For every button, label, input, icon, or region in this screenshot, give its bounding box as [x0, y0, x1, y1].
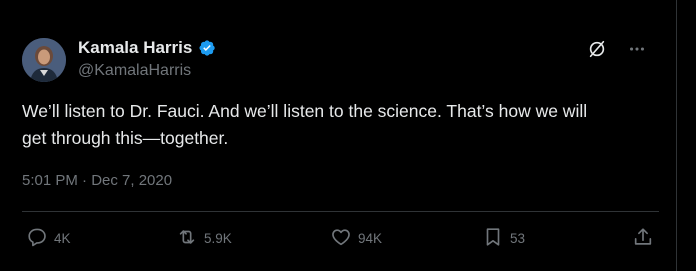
- divider: [22, 211, 659, 212]
- retweet-icon: [176, 226, 198, 251]
- like-button[interactable]: 94K: [330, 226, 382, 251]
- grok-icon[interactable]: [586, 38, 608, 60]
- tweet-timestamp[interactable]: 5:01 PM · Dec 7, 2020: [22, 172, 172, 189]
- bookmark-button[interactable]: 53: [482, 226, 525, 251]
- author-handle[interactable]: @KamalaHarris: [78, 62, 191, 80]
- more-icon[interactable]: [626, 38, 648, 60]
- tweet-actions-bar: 4K 5.9K 94K 53: [26, 226, 652, 254]
- reply-button[interactable]: 4K: [26, 226, 71, 251]
- tweet-text-line-2: get through this—together.: [22, 128, 229, 148]
- bookmark-count: 53: [510, 231, 526, 246]
- share-button[interactable]: [632, 226, 654, 251]
- reply-icon: [26, 226, 48, 251]
- retweet-count: 5.9K: [204, 231, 232, 246]
- author-name-row[interactable]: Kamala Harris: [78, 38, 216, 58]
- retweet-button[interactable]: 5.9K: [176, 226, 232, 251]
- author-avatar[interactable]: [22, 38, 66, 82]
- tweet-text-line-1: We’ll listen to Dr. Fauci. And we’ll lis…: [22, 101, 588, 121]
- reply-count: 4K: [54, 231, 71, 246]
- verified-badge-icon: [198, 39, 216, 57]
- heart-icon: [330, 226, 352, 251]
- share-icon: [632, 226, 654, 251]
- tweet-top-actions: [586, 38, 648, 60]
- bookmark-icon: [482, 226, 504, 251]
- like-count: 94K: [358, 231, 383, 246]
- author-name[interactable]: Kamala Harris: [78, 38, 192, 58]
- tweet-card: Kamala Harris @KamalaHarris We’ll listen…: [0, 0, 677, 271]
- avatar-image: [22, 38, 66, 82]
- tweet-text: We’ll listen to Dr. Fauci. And we’ll lis…: [22, 98, 662, 152]
